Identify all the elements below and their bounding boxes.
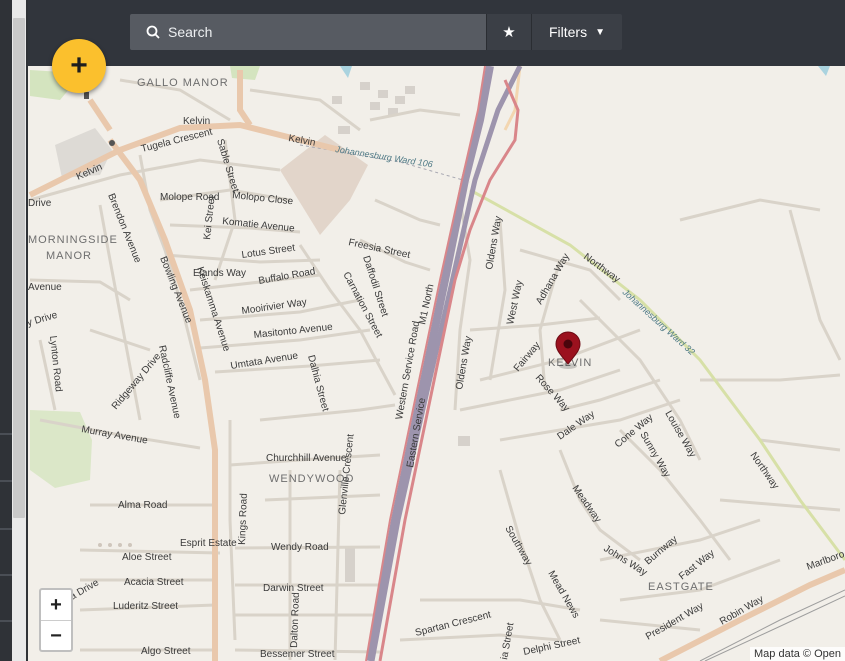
area-label: MORNINGSIDE xyxy=(28,234,118,246)
star-icon: ★ xyxy=(502,24,516,41)
top-toolbar: Search ★ Filters ▼ xyxy=(28,0,845,66)
left-panel-edge xyxy=(0,0,28,661)
panel-divider xyxy=(0,620,12,622)
road-label: Luderitz Street xyxy=(113,601,178,612)
zoom-in-button[interactable]: + xyxy=(41,590,71,621)
panel-divider xyxy=(0,528,12,530)
road-label: Dalton Road xyxy=(289,592,302,648)
filters-button[interactable]: Filters ▼ xyxy=(531,14,622,50)
park-area xyxy=(30,410,92,488)
panel-divider xyxy=(0,433,12,435)
panel-divider xyxy=(0,574,12,576)
road-label: Bessemer Street xyxy=(260,649,335,660)
road-label: Algo Street xyxy=(141,646,191,657)
chevron-down-icon: ▼ xyxy=(595,26,606,38)
road-label: Churchhill Avenue xyxy=(266,453,347,464)
add-button[interactable]: + xyxy=(52,39,106,93)
street-map[interactable]: GALLO MANOR MORNINGSIDE MANOR KELVIN WEN… xyxy=(0,0,845,661)
map-attribution[interactable]: Map data © Open xyxy=(750,647,845,661)
road-label: Acacia Street xyxy=(124,577,184,588)
road-label: Avenue xyxy=(28,282,62,293)
area-label: EASTGATE xyxy=(648,581,714,593)
road-label: Wendy Road xyxy=(271,542,329,553)
road-label: Drive xyxy=(28,198,52,209)
road-label: Alma Road xyxy=(118,500,167,511)
road-label: Kings Road xyxy=(237,493,250,545)
park-area xyxy=(230,66,260,80)
road-label: Kelvin xyxy=(183,116,210,127)
search-placeholder: Search xyxy=(168,24,213,40)
area-label: GALLO MANOR xyxy=(137,77,229,89)
plus-icon: + xyxy=(70,49,88,82)
search-icon xyxy=(146,25,160,39)
panel-divider xyxy=(0,480,12,482)
area-label: MANOR xyxy=(46,250,92,262)
zoom-out-button[interactable]: − xyxy=(41,621,71,651)
scrollbar-thumb[interactable] xyxy=(13,18,25,518)
road-label: Aloe Street xyxy=(122,552,172,563)
favorites-button[interactable]: ★ xyxy=(486,14,531,50)
search-input[interactable]: Search xyxy=(130,14,486,50)
filters-label: Filters xyxy=(548,24,588,40)
road-label: Esprit Estate xyxy=(180,538,237,549)
zoom-control: + − xyxy=(39,588,73,652)
